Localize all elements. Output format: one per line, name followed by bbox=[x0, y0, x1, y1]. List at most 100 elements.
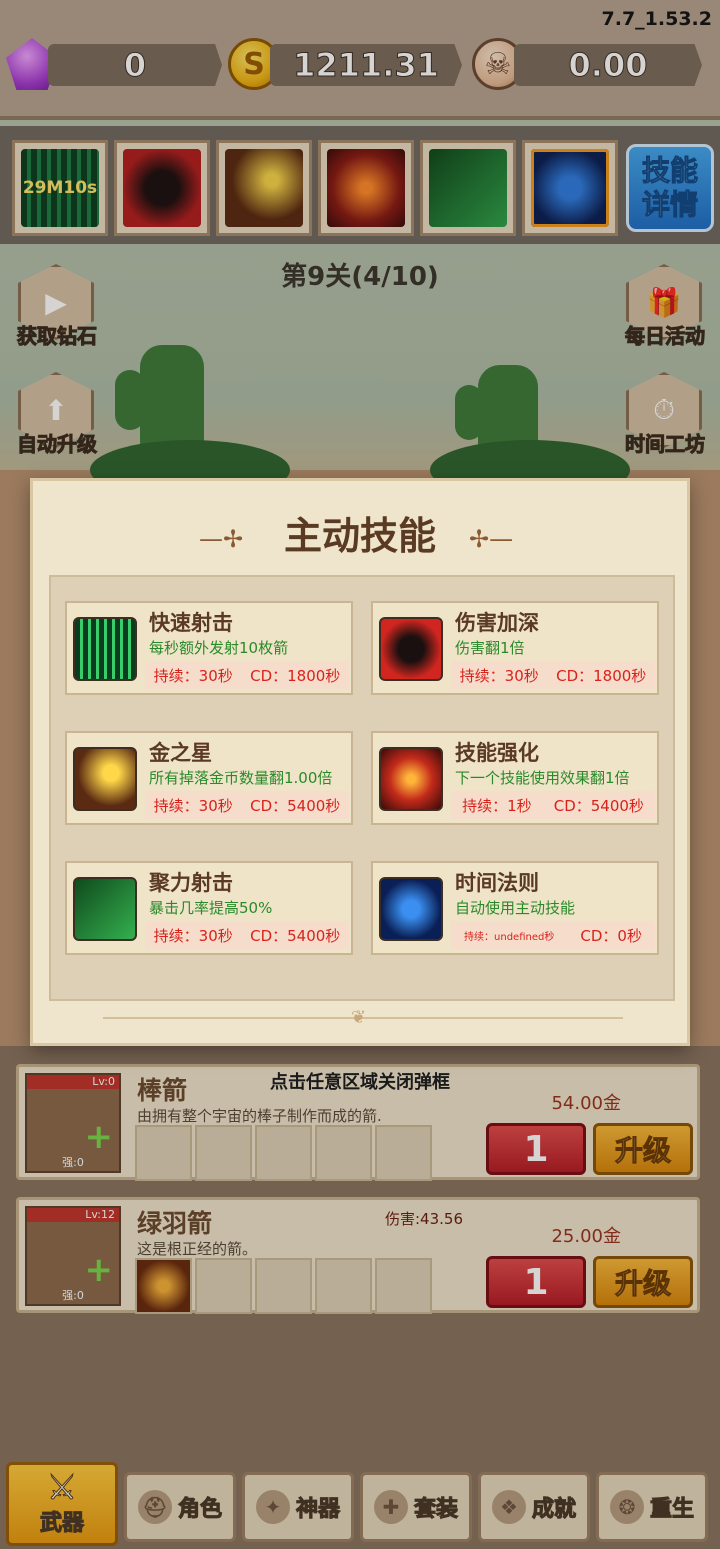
gem-slot[interactable] bbox=[255, 1258, 312, 1314]
skill-name: 技能强化 bbox=[455, 741, 539, 765]
skill-duration: 持续：30秒 bbox=[153, 926, 233, 945]
skill-timer: 29M10s bbox=[21, 149, 99, 227]
skill-cooldown: CD：5400秒 bbox=[250, 926, 341, 945]
dark-warrior-icon bbox=[379, 617, 443, 681]
time-workshop-button[interactable]: ⏱ 时间工坊 bbox=[616, 372, 712, 468]
gem-slot[interactable] bbox=[255, 1125, 312, 1181]
power-up-icon bbox=[379, 747, 443, 811]
skill-duration: 持续：undefined秒 bbox=[464, 931, 555, 943]
power-up-icon bbox=[327, 149, 405, 227]
skill-stats: 持续：30秒 CD：5400秒 bbox=[145, 921, 349, 949]
gold-stars-icon bbox=[225, 149, 303, 227]
tab-weapons[interactable]: ⚔ 武器 bbox=[6, 1462, 118, 1546]
tab-armor-set[interactable]: ✚ 套装 bbox=[360, 1472, 472, 1542]
gem-slots bbox=[135, 1125, 432, 1181]
gem-count: 0 bbox=[48, 44, 222, 86]
active-skills-modal: —✢ 主动技能 ✢— 快速射击 每秒额外发射10枚箭 持续：30秒 CD：180… bbox=[30, 478, 690, 1046]
modal-title: 主动技能 bbox=[283, 514, 436, 558]
skill-description: 伤害翻1倍 bbox=[455, 639, 525, 657]
skill-cooldown: CD：5400秒 bbox=[553, 796, 644, 815]
daily-events-button[interactable]: 🎁 每日活动 bbox=[616, 264, 712, 360]
skill-card-gold-star[interactable]: 金之星 所有掉落金币数量翻1.00倍 持续：30秒 CD：5400秒 bbox=[65, 731, 353, 825]
tab-character[interactable]: ⛑ 角色 bbox=[124, 1472, 236, 1542]
rebirth-icon: ❂ bbox=[609, 1490, 644, 1524]
skill-name: 金之星 bbox=[149, 741, 212, 765]
version-label: 7.7_1.53.2 bbox=[601, 8, 712, 30]
weapon-name: 绿羽箭 bbox=[137, 1209, 213, 1238]
skill-slot-damage[interactable] bbox=[114, 140, 210, 236]
skill-description: 下一个技能使用效果翻1倍 bbox=[455, 769, 630, 787]
skill-slot-rapid-fire[interactable]: 29M10s bbox=[12, 140, 108, 236]
quantity-button[interactable]: 1 bbox=[486, 1256, 586, 1308]
tab-label: 套装 bbox=[413, 1497, 458, 1523]
time-clock-icon bbox=[379, 877, 443, 941]
cactus-left-arm bbox=[115, 370, 145, 430]
skill-stats: 持续：1秒 CD：5400秒 bbox=[451, 791, 655, 819]
skill-slot-time-law[interactable] bbox=[522, 140, 618, 236]
armor-icon: ✚ bbox=[373, 1490, 408, 1524]
skill-card-focus-shot[interactable]: 聚力射击 暴击几率提高50% 持续：30秒 CD：5400秒 bbox=[65, 861, 353, 955]
upgrade-button[interactable]: 升级 bbox=[593, 1256, 693, 1308]
arrow-rain-icon bbox=[73, 617, 137, 681]
skill-slot-gold-star[interactable] bbox=[216, 140, 312, 236]
close-hint: 点击任意区域关闭弹框 bbox=[270, 1072, 450, 1093]
upgrade-price: 25.00金 bbox=[551, 1226, 621, 1247]
gem-slot[interactable] bbox=[195, 1125, 252, 1181]
time-workshop-label: 时间工坊 bbox=[625, 432, 706, 457]
tab-achievements[interactable]: ❖ 成就 bbox=[478, 1472, 590, 1542]
skill-stats: 持续：undefined秒 CD：0秒 bbox=[451, 921, 655, 949]
auto-upgrade-button[interactable]: ⬆ 自动升级 bbox=[8, 372, 104, 468]
get-diamonds-label: 获取钻石 bbox=[17, 324, 98, 349]
skill-cooldown: CD：0秒 bbox=[580, 926, 642, 945]
weapon-row[interactable]: Lv:12 + 强:0 绿羽箭 伤害:43.56 这是根正经的箭。 25.00金… bbox=[16, 1197, 700, 1314]
weapon-level: Lv:12 bbox=[27, 1208, 119, 1222]
green-bow-icon bbox=[429, 149, 507, 227]
skill-slot-focus-shot[interactable] bbox=[420, 140, 516, 236]
skill-duration: 持续：30秒 bbox=[153, 796, 233, 815]
gem-slot[interactable] bbox=[375, 1125, 432, 1181]
skill-duration: 持续：1秒 bbox=[462, 796, 532, 815]
get-diamonds-button[interactable]: ▶ 获取钻石 bbox=[8, 264, 104, 360]
dark-warrior-icon bbox=[123, 149, 201, 227]
skill-card-damage-boost[interactable]: 伤害加深 伤害翻1倍 持续：30秒 CD：1800秒 bbox=[371, 601, 659, 695]
artifact-icon: ✦ bbox=[255, 1490, 290, 1524]
gem-slot[interactable] bbox=[315, 1125, 372, 1181]
skill-cooldown: CD：5400秒 bbox=[250, 796, 341, 815]
tab-label: 重生 bbox=[649, 1497, 694, 1523]
gem-slot-filled[interactable] bbox=[135, 1258, 192, 1314]
quantity-button[interactable]: 1 bbox=[486, 1123, 586, 1175]
upgrade-button[interactable]: 升级 bbox=[593, 1123, 693, 1175]
weapon-description: 由拥有整个宇宙的棒子制作而成的箭. bbox=[137, 1107, 382, 1125]
skill-description: 每秒额外发射10枚箭 bbox=[149, 639, 289, 657]
gem-slot[interactable] bbox=[195, 1258, 252, 1314]
plus-icon: + bbox=[84, 1117, 114, 1157]
gem-slot[interactable] bbox=[135, 1125, 192, 1181]
skill-card-rapid-fire[interactable]: 快速射击 每秒额外发射10枚箭 持续：30秒 CD：1800秒 bbox=[65, 601, 353, 695]
time-clock-icon bbox=[531, 149, 609, 227]
skill-card-time-law[interactable]: 时间法则 自动使用主动技能 持续：undefined秒 CD：0秒 bbox=[371, 861, 659, 955]
weapon-strength: 强:0 bbox=[62, 1289, 84, 1302]
skill-cooldown: CD：1800秒 bbox=[250, 666, 341, 685]
skill-slot-enhance[interactable] bbox=[318, 140, 414, 236]
skill-card-enhance[interactable]: 技能强化 下一个技能使用效果翻1倍 持续：1秒 CD：5400秒 bbox=[371, 731, 659, 825]
skill-name: 聚力射击 bbox=[149, 871, 233, 895]
gem-slot[interactable] bbox=[375, 1258, 432, 1314]
skill-name: 快速射击 bbox=[149, 611, 233, 635]
gold-count: 1211.31 bbox=[270, 44, 462, 86]
skill-description: 所有掉落金币数量翻1.00倍 bbox=[149, 769, 333, 787]
crossed-swords-icon: ⚔ bbox=[46, 1468, 78, 1509]
tab-rebirth[interactable]: ❂ 重生 bbox=[596, 1472, 708, 1542]
skill-name: 时间法则 bbox=[455, 871, 539, 895]
skill-stats: 持续：30秒 CD：5400秒 bbox=[145, 791, 349, 819]
tab-label: 角色 bbox=[177, 1497, 222, 1523]
tab-artifact[interactable]: ✦ 神器 bbox=[242, 1472, 354, 1542]
bottom-tab-bar: ⚔ 武器 ⛑ 角色 ✦ 神器 ✚ 套装 ❖ 成就 ❂ 重生 bbox=[0, 1460, 720, 1549]
skill-name: 伤害加深 bbox=[455, 611, 539, 635]
gem-slot[interactable] bbox=[315, 1258, 372, 1314]
skill-stats: 持续：30秒 CD：1800秒 bbox=[145, 661, 349, 689]
skill-cooldown: CD：1800秒 bbox=[556, 666, 647, 685]
skill-details-button[interactable]: 技能详情 bbox=[626, 144, 714, 232]
achievement-icon: ❖ bbox=[491, 1490, 526, 1524]
gem-slots bbox=[135, 1258, 432, 1314]
green-bow-icon bbox=[73, 877, 137, 941]
